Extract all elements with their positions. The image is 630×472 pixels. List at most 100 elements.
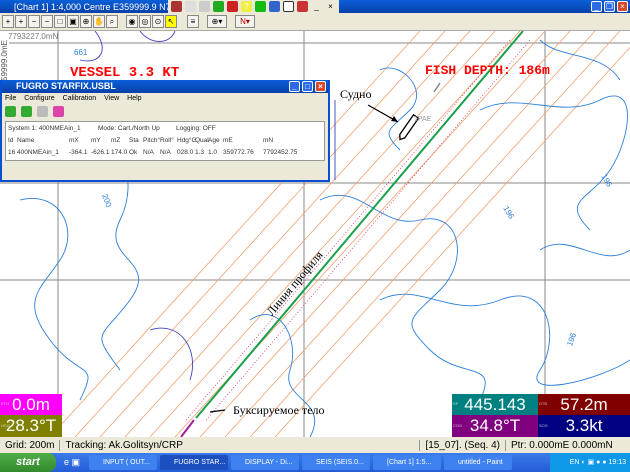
grid-status: Grid: 200m [0,439,61,451]
cell: 400NMEAin_1 [17,148,59,156]
clock: 19:13 [608,459,626,466]
dialog-title-bar: FUGRO STARFIX.USBL _ □ × [2,80,328,93]
taskbar-item[interactable]: [Chart 1] 1:5... [373,455,441,470]
taskbar: start e ▣ INPUT ( OUT... FUGRO STAR... D… [0,453,630,472]
readout-label: ETH [1,401,9,406]
readout-value: 28.3°T [5,416,57,435]
tracking-status: Tracking: Ak.Golitsyn/CRP [60,439,421,451]
minimize-button[interactable]: _ [591,1,602,12]
readout-label: KP [453,401,459,406]
minimize-icon[interactable]: _ [311,1,322,12]
cell: 1.0 [208,148,218,156]
zoom-out-icon[interactable]: − [28,15,40,28]
table-row[interactable]: 16 400NMEAin_1 -364.1 -626.1 174.0 Ok N/… [6,146,324,158]
cell: 16 [8,148,16,156]
cell: 174.0 [111,148,128,156]
menu-calibration[interactable]: Calibration [63,95,96,102]
dialog-maximize-button[interactable]: □ [302,81,313,92]
track-view-icon[interactable]: ◎ [139,15,151,28]
taskbar-item[interactable]: DISPLAY - Di... [231,455,299,470]
chart-icon[interactable] [185,1,196,12]
dialog-close-button[interactable]: × [315,81,326,92]
zoom-in-2-icon[interactable]: + [15,15,27,28]
cell: -626.1 [91,148,110,156]
traffic-light-icon[interactable] [213,1,224,12]
heading-readout: HDG 28.3°T [0,415,62,437]
help-icon[interactable]: ? [241,1,252,12]
cell: 7792452.75 [263,148,298,156]
usbl-dialog: FUGRO STARFIX.USBL _ □ × File Configure … [0,80,330,182]
col-header: Roll° [160,136,174,144]
disconnect-icon[interactable] [21,106,32,117]
taskbar-item[interactable]: FUGRO STAR... [160,455,228,470]
cog-readout: COG 34.8°T [452,415,538,437]
zoom-fit-icon[interactable]: ▣ [67,15,79,28]
dialog-minimize-button[interactable]: _ [289,81,300,92]
clapper-icon[interactable] [171,1,182,12]
towed-body-label: Буксируемое тело [233,403,325,417]
taskbar-item[interactable]: untitled - Paint [444,455,512,470]
north-up-dropdown[interactable]: N▾ [235,15,255,28]
close-button[interactable]: × [617,1,628,12]
list-icon[interactable] [269,1,280,12]
seis-icon[interactable] [297,1,308,12]
connect-icon[interactable] [5,106,16,117]
vessel-tag: 1PAE [414,116,432,123]
sog-readout: SOG 3.3kt [538,415,630,437]
readout-value: 57.2m [560,395,608,414]
pointer-icon[interactable]: ↖ [165,15,177,28]
col-header: mX [69,136,79,144]
sequence-status: [15_07]. (Seq. 4) [420,439,506,451]
pan-hand-icon[interactable]: ✋ [93,15,105,28]
menu-help[interactable]: Help [127,95,141,102]
readout-value: 34.8°T [469,416,521,435]
col-header: Hdg°G [177,136,197,144]
print-icon[interactable] [199,1,210,12]
menu-configure[interactable]: Configure [24,95,54,102]
col-header: Id [8,136,14,144]
logging-info: Logging: OFF [176,124,216,132]
restore-button[interactable]: ❐ [604,1,615,12]
zoom-tool-icon[interactable]: ⌕ [106,15,118,28]
mode-info: Mode: Cart./North Up [98,124,160,132]
tray-icons[interactable]: ◐ ▣ ● ● [581,459,608,466]
readout-value: 445.143 [464,395,526,414]
pointer-status: Ptr: 0.000mE 0.000mN [510,439,613,451]
dtb-readout: DTB 57.2m [538,394,630,415]
menu-file[interactable]: File [5,95,16,102]
zoom-window-icon[interactable]: □ [54,15,66,28]
fish-view-icon[interactable]: ⊙ [152,15,164,28]
fish-depth-text: FISH DEPTH: 186m [425,63,550,78]
camera-icon[interactable] [37,106,48,117]
title-bar: [Chart 1] 1:4,000 Centre E359999.9 N7792… [0,0,630,13]
globe-dropdown[interactable]: ⊕▾ [207,15,227,28]
quick-launch-icon[interactable]: e ▣ [56,457,86,468]
zoom-out-2-icon[interactable]: − [41,15,53,28]
language-indicator[interactable]: EN [570,459,580,466]
layers-icon[interactable]: ≡ [187,15,199,28]
title-toolbar: ? _ × [168,0,339,13]
system-tray: EN ◐ ▣ ● ● 19:13 [550,453,630,472]
col-header: Qual [195,136,209,144]
dialog-menu: File Configure Calibration View Help [2,93,328,104]
cell: N/A [160,148,171,156]
zoom-in-icon[interactable]: + [2,15,14,28]
centre-icon[interactable]: ⊕ [80,15,92,28]
readout-label: COG [453,423,463,428]
close-icon[interactable]: × [325,1,336,12]
traffic-light-red-icon[interactable] [227,1,238,12]
settings-icon[interactable] [53,106,64,117]
col-header: Age [208,136,220,144]
menu-view[interactable]: View [104,95,119,102]
cell: Ok [129,148,138,156]
col-header: mY [91,136,101,144]
status-bar: Grid: 200m Tracking: Ak.Golitsyn/CRP [15… [0,437,630,453]
taskbar-item[interactable]: INPUT ( OUT... [89,455,157,470]
vessel-view-icon[interactable]: ◉ [126,15,138,28]
dialog-title: FUGRO STARFIX.USBL [16,81,116,91]
col-header: Name [17,136,35,144]
taskbar-item[interactable]: SEIS (SEIS.0... [302,455,370,470]
monitor-icon[interactable] [283,1,294,12]
start-button[interactable]: start [0,453,56,472]
green-status-icon[interactable] [255,1,266,12]
